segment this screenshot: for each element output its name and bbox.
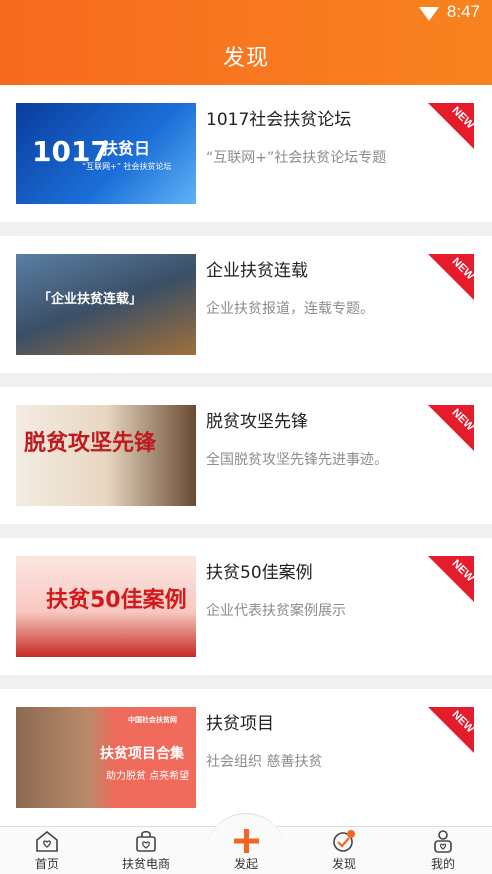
discover-check-icon (333, 830, 355, 852)
bottom-tab-bar: 首页 扶贫电商 发起 发现 我的 (0, 813, 492, 874)
thumbnail-image: 扶贫50佳案例 (16, 556, 196, 657)
tab-home[interactable]: 首页 (7, 829, 87, 872)
tab-label: 扶贫电商 (121, 857, 170, 871)
status-time: 8:47 (446, 2, 480, 21)
tab-label: 发现 (331, 857, 356, 871)
card-description: 全国脱贫攻坚先锋先进事迹。 (206, 452, 388, 468)
home-icon (36, 830, 58, 852)
thumbnail-image: 「企业扶贫连载」 (16, 254, 196, 355)
card-description: 企业扶贫报道，连载专题。 (206, 301, 374, 317)
list-item[interactable]: 「企业扶贫连载」 企业扶贫连载 企业扶贫报道，连载专题。 NEW (0, 236, 492, 373)
tab-ecommerce[interactable]: 扶贫电商 (106, 829, 186, 872)
tab-launch[interactable]: 发起 (206, 829, 286, 872)
card-description: 企业代表扶贫案例展示 (206, 603, 346, 619)
list-item[interactable]: 扶贫50佳案例 扶贫50佳案例 企业代表扶贫案例展示 NEW (0, 538, 492, 675)
tab-label: 首页 (34, 857, 59, 871)
thumbnail-image: 中国社会扶贫网 扶贫项目合集 助力脱贫 点亮希望 (16, 707, 196, 808)
new-badge: NEW (428, 556, 476, 602)
list-item[interactable]: 1017 扶贫日 “互联网+” 社会扶贫论坛 1017社会扶贫论坛 “互联网+”… (0, 85, 492, 222)
tab-profile[interactable]: 我的 (403, 829, 483, 872)
card-description: 社会组织 慈善扶贫 (206, 754, 323, 770)
card-title: 1017社会扶贫论坛 (206, 110, 352, 130)
wifi-icon (418, 7, 439, 21)
app-header: 8:47 发现 (0, 0, 492, 85)
card-description: “互联网+”社会扶贫论坛专题 (206, 150, 387, 166)
new-badge: NEW (428, 103, 476, 149)
list-item[interactable]: 脱贫攻坚先锋 脱贫攻坚先锋 全国脱贫攻坚先锋先进事迹。 NEW (0, 387, 492, 524)
card-title: 脱贫攻坚先锋 (206, 412, 308, 432)
tab-discover[interactable]: 发现 (304, 829, 384, 872)
tab-label: 发起 (233, 857, 258, 871)
tab-label: 我的 (430, 857, 455, 871)
status-bar: 8:47 (418, 2, 480, 22)
list-item[interactable]: 中国社会扶贫网 扶贫项目合集 助力脱贫 点亮希望 扶贫项目 社会组织 慈善扶贫 … (0, 689, 492, 826)
profile-icon (434, 830, 452, 853)
card-title: 扶贫50佳案例 (206, 563, 313, 583)
new-badge: NEW (428, 405, 476, 451)
new-badge: NEW (428, 254, 476, 300)
card-title: 企业扶贫连载 (206, 261, 308, 281)
card-title: 扶贫项目 (206, 714, 274, 734)
thumbnail-image: 1017 扶贫日 “互联网+” 社会扶贫论坛 (16, 103, 196, 204)
page-title: 发现 (222, 46, 269, 71)
new-badge: NEW (428, 707, 476, 753)
shopping-bag-icon (136, 830, 156, 852)
thumbnail-image: 脱贫攻坚先锋 (16, 405, 196, 506)
plus-icon (234, 829, 259, 853)
